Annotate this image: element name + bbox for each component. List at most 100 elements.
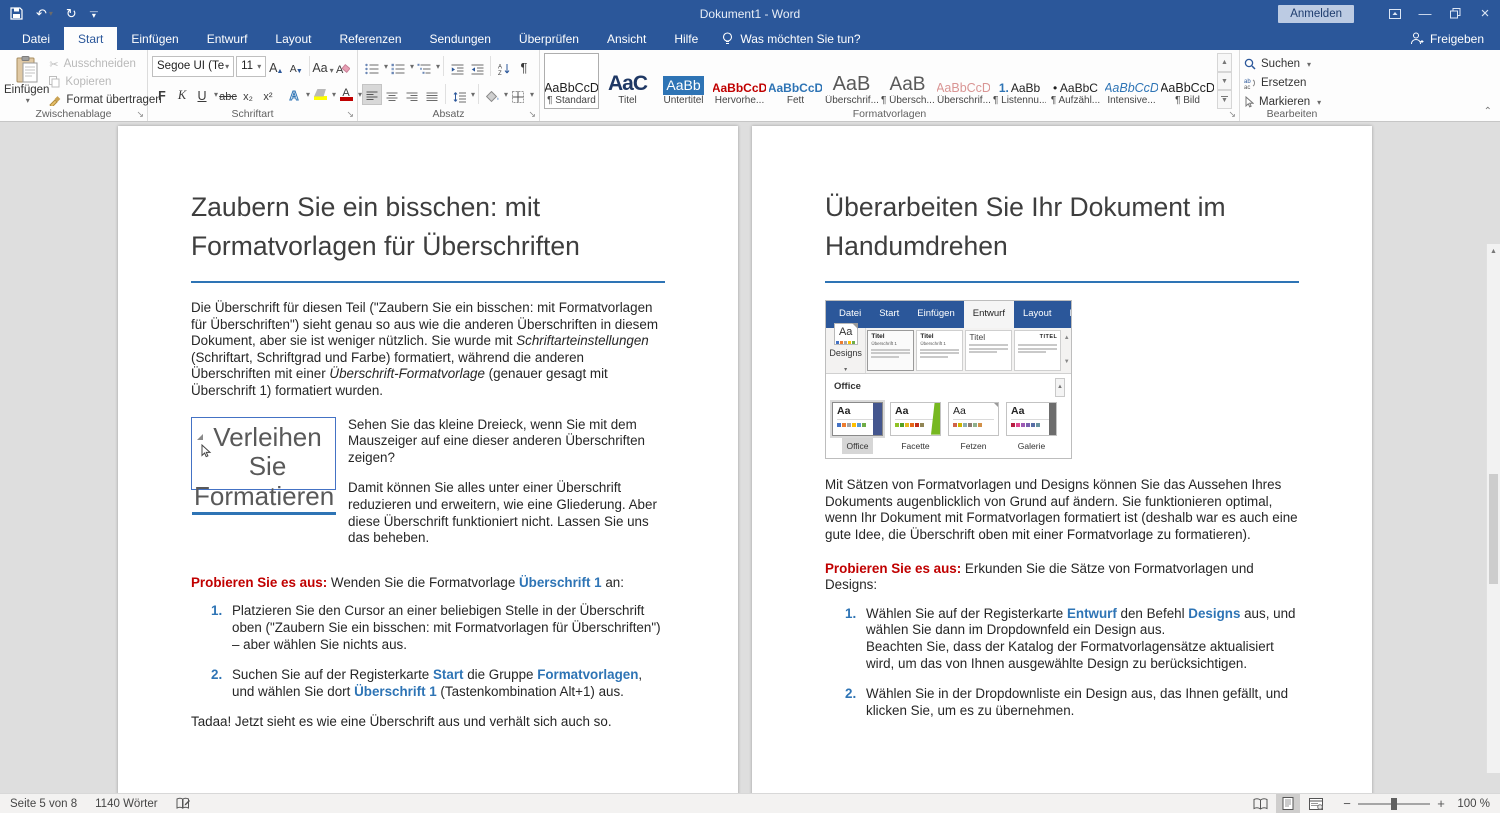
align-center-icon bbox=[386, 92, 398, 103]
multilevel-list-button[interactable] bbox=[414, 56, 434, 77]
eraser-icon: A bbox=[336, 62, 350, 75]
tab-start[interactable]: Start bbox=[64, 27, 117, 50]
save-button[interactable] bbox=[10, 7, 23, 20]
page-5[interactable]: Zaubern Sie ein bisschen: mit Formatvorl… bbox=[118, 126, 738, 793]
sign-in-button[interactable]: Anmelden bbox=[1278, 5, 1354, 23]
zoom-slider[interactable] bbox=[1358, 803, 1430, 805]
ribbon-display-options-button[interactable] bbox=[1380, 0, 1410, 27]
zoom-out-button[interactable]: − bbox=[1342, 796, 1352, 811]
tab-ueberpruefen[interactable]: Überprüfen bbox=[505, 27, 593, 50]
sort-button[interactable]: AZ bbox=[494, 56, 514, 77]
increase-indent-button[interactable] bbox=[467, 56, 487, 77]
style-ueberschrift-1[interactable]: AaB Überschrif... bbox=[824, 53, 879, 109]
restore-button[interactable] bbox=[1440, 0, 1470, 27]
proofing-status-button[interactable] bbox=[176, 797, 191, 810]
bullets-button[interactable] bbox=[362, 56, 382, 77]
cut-button[interactable]: ✂ Ausschneiden bbox=[49, 55, 161, 73]
find-button[interactable]: Suchen▾ bbox=[1244, 55, 1340, 73]
clear-formatting-button[interactable]: A bbox=[333, 56, 353, 77]
grow-font-button[interactable]: A▲ bbox=[266, 56, 286, 77]
tab-sendungen[interactable]: Sendungen bbox=[416, 27, 505, 50]
style-standard[interactable]: AaBbCcD ¶ Standard bbox=[544, 53, 599, 109]
shrink-font-button[interactable]: A▼ bbox=[286, 56, 306, 77]
page-indicator[interactable]: Seite 5 von 8 bbox=[10, 798, 77, 810]
paste-button[interactable]: Einfügen ▾ bbox=[4, 53, 49, 109]
replace-button[interactable]: abac Ersetzen bbox=[1244, 74, 1340, 92]
strikethrough-button[interactable]: abc bbox=[218, 84, 238, 105]
collapse-ribbon-button[interactable]: ⌃ bbox=[1484, 106, 1492, 117]
tab-hilfe[interactable]: Hilfe bbox=[660, 27, 712, 50]
underline-button[interactable]: U bbox=[192, 84, 212, 105]
page-6[interactable]: Überarbeiten Sie Ihr Dokument im Handumd… bbox=[752, 126, 1372, 793]
undo-button[interactable]: ↶▾ bbox=[36, 7, 53, 20]
read-mode-button[interactable] bbox=[1248, 794, 1272, 813]
numbering-button[interactable] bbox=[388, 56, 408, 77]
style-fett[interactable]: AaBbCcD Fett bbox=[768, 53, 823, 109]
font-size-combo[interactable]: 11▾ bbox=[236, 56, 266, 77]
vertical-scrollbar[interactable]: ▲ bbox=[1486, 244, 1500, 773]
change-case-button[interactable]: Aa▾ bbox=[313, 56, 333, 77]
font-dialog-launcher[interactable]: ↘ bbox=[346, 110, 354, 119]
font-color-button[interactable]: A bbox=[336, 84, 356, 105]
style-intensiv[interactable]: AaBbCcD Intensive... bbox=[1104, 53, 1159, 109]
italic-button[interactable]: K bbox=[172, 84, 192, 105]
line-spacing-button[interactable] bbox=[449, 84, 469, 105]
styles-more-button[interactable]: ▼ bbox=[1217, 90, 1232, 109]
justify-button[interactable] bbox=[422, 84, 442, 105]
format-painter-button[interactable]: Format übertragen bbox=[49, 91, 161, 109]
tab-datei[interactable]: Datei bbox=[8, 27, 64, 50]
multilevel-dropdown-icon[interactable]: ▾ bbox=[436, 62, 440, 71]
close-button[interactable]: × bbox=[1470, 0, 1500, 27]
font-name-combo[interactable]: Segoe UI (Te▾ bbox=[152, 56, 234, 77]
scroll-up-arrow[interactable]: ▲ bbox=[1487, 244, 1500, 258]
print-layout-button[interactable] bbox=[1276, 794, 1300, 813]
group-label-clipboard: Zwischenablage bbox=[0, 108, 147, 120]
text-effects-button[interactable]: A bbox=[284, 84, 304, 105]
tab-layout[interactable]: Layout bbox=[261, 27, 325, 50]
share-button[interactable]: Freigeben bbox=[1410, 27, 1500, 50]
styles-scroll-down-button[interactable]: ▼ bbox=[1217, 72, 1232, 91]
tab-ansicht[interactable]: Ansicht bbox=[593, 27, 660, 50]
align-right-button[interactable] bbox=[402, 84, 422, 105]
scrollbar-thumb[interactable] bbox=[1489, 474, 1498, 584]
borders-dropdown-icon[interactable]: ▾ bbox=[530, 90, 534, 99]
style-hervorhebung[interactable]: AaBbCcD Hervorhe... bbox=[712, 53, 767, 109]
zoom-level[interactable]: 100 % bbox=[1450, 798, 1490, 810]
style-ueberschrift-2[interactable]: AaB ¶ Übersch... bbox=[880, 53, 935, 109]
redo-button[interactable]: ↻ bbox=[66, 7, 77, 20]
tab-referenzen[interactable]: Referenzen bbox=[325, 27, 415, 50]
word-count[interactable]: 1140 Wörter bbox=[95, 798, 157, 810]
style-aufzaehlung[interactable]: • AaBbC ¶ Aufzähl... bbox=[1048, 53, 1103, 109]
align-left-button[interactable] bbox=[362, 84, 382, 105]
customize-qat-button[interactable]: —▾ bbox=[90, 10, 98, 18]
bold-button[interactable]: F bbox=[152, 84, 172, 105]
minimize-button[interactable]: — bbox=[1410, 0, 1440, 27]
styles-scroll-up-button[interactable]: ▲ bbox=[1217, 53, 1232, 72]
zoom-in-button[interactable]: + bbox=[1436, 796, 1446, 811]
zoom-slider-thumb[interactable] bbox=[1391, 798, 1397, 810]
group-editing: Suchen▾ abac Ersetzen Markieren▾ Bearbei… bbox=[1240, 50, 1344, 121]
superscript-button[interactable]: x² bbox=[258, 84, 278, 105]
highlight-button[interactable] bbox=[310, 84, 330, 105]
align-center-button[interactable] bbox=[382, 84, 402, 105]
borders-button[interactable] bbox=[508, 84, 528, 105]
style-untertitel[interactable]: AaBb Untertitel bbox=[656, 53, 711, 109]
show-paragraph-marks-button[interactable]: ¶ bbox=[514, 56, 534, 77]
style-ueberschrift-3[interactable]: AaBbCcD Überschrif... bbox=[936, 53, 991, 109]
decrease-indent-button[interactable] bbox=[447, 56, 467, 77]
style-listennummer[interactable]: 1.AaBb ¶ Listennu... bbox=[992, 53, 1047, 109]
document-area[interactable]: Zaubern Sie ein bisschen: mit Formatvorl… bbox=[0, 122, 1500, 793]
web-layout-button[interactable] bbox=[1304, 794, 1328, 813]
tell-me-box[interactable]: Was möchten Sie tun? bbox=[722, 27, 860, 50]
tab-entwurf[interactable]: Entwurf bbox=[193, 27, 262, 50]
line-spacing-dropdown-icon[interactable]: ▾ bbox=[471, 90, 475, 99]
styles-dialog-launcher[interactable]: ↘ bbox=[1228, 110, 1236, 119]
shading-button[interactable] bbox=[482, 84, 502, 105]
tab-einfuegen[interactable]: Einfügen bbox=[117, 27, 192, 50]
style-titel[interactable]: AaC Titel bbox=[600, 53, 655, 109]
copy-button[interactable]: Kopieren bbox=[49, 73, 161, 91]
paragraph-dialog-launcher[interactable]: ↘ bbox=[528, 110, 536, 119]
style-bild[interactable]: AaBbCcD ¶ Bild bbox=[1160, 53, 1215, 109]
subscript-button[interactable]: x₂ bbox=[238, 84, 258, 105]
clipboard-dialog-launcher[interactable]: ↘ bbox=[136, 110, 144, 119]
